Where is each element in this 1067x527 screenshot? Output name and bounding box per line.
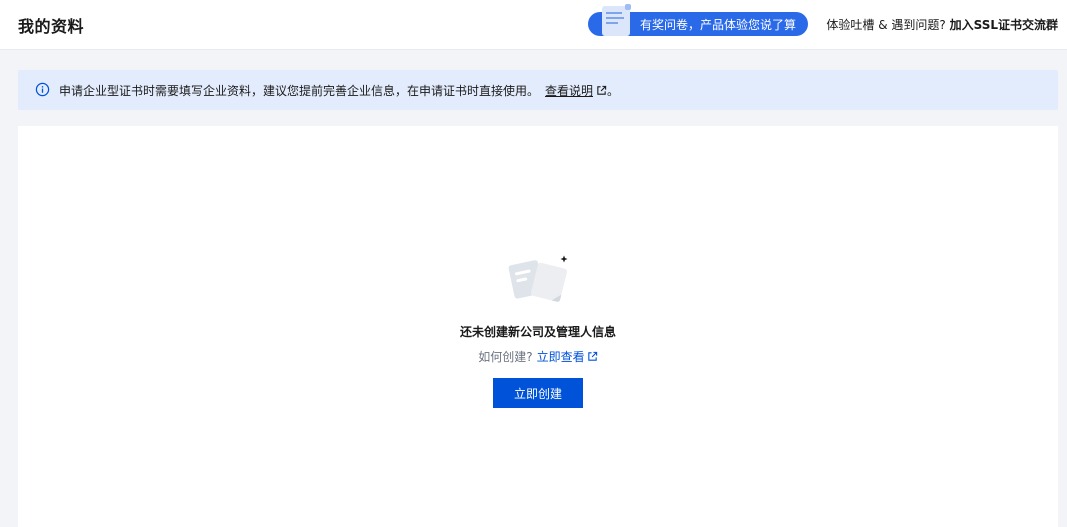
content-panel: 还未创建新公司及管理人信息 如何创建? 立即查看 立即创建	[18, 126, 1058, 527]
empty-document-icon	[508, 255, 568, 302]
info-icon	[35, 82, 50, 97]
feedback-prefix: 体验吐槽 & 遇到问题?	[826, 18, 946, 32]
join-group-link[interactable]: 加入SSL证书交流群	[950, 18, 1058, 32]
external-link-icon[interactable]	[596, 85, 607, 96]
notice-message: 申请企业型证书时需要填写企业资料，建议您提前完善企业信息，在申请证书时直接使用。	[59, 84, 540, 98]
how-to-create-line: 如何创建? 立即查看	[18, 348, 1058, 365]
header-bar: 我的资料 有奖问卷，产品体验您说了算 体验吐槽 & 遇到问题? 加入SSL证书交…	[0, 0, 1067, 50]
survey-document-icon	[602, 4, 631, 36]
notice-suffix: 。	[607, 84, 620, 98]
view-now-link[interactable]: 立即查看	[537, 350, 585, 364]
survey-label: 有奖问卷，产品体验您说了算	[640, 18, 797, 32]
empty-state-title: 还未创建新公司及管理人信息	[459, 325, 616, 339]
notice-text-line: 申请企业型证书时需要填写企业资料，建议您提前完善企业信息，在申请证书时直接使用。…	[59, 82, 619, 99]
feedback-area: 体验吐槽 & 遇到问题? 加入SSL证书交流群	[826, 16, 1058, 33]
info-notice: 申请企业型证书时需要填写企业资料，建议您提前完善企业信息，在申请证书时直接使用。…	[18, 70, 1058, 110]
page-title: 我的资料	[18, 17, 85, 36]
external-link-icon[interactable]	[587, 351, 598, 362]
how-to-create-prefix: 如何创建?	[478, 350, 533, 364]
view-instructions-link[interactable]: 查看说明	[545, 84, 593, 98]
create-now-button[interactable]: 立即创建	[493, 378, 583, 408]
